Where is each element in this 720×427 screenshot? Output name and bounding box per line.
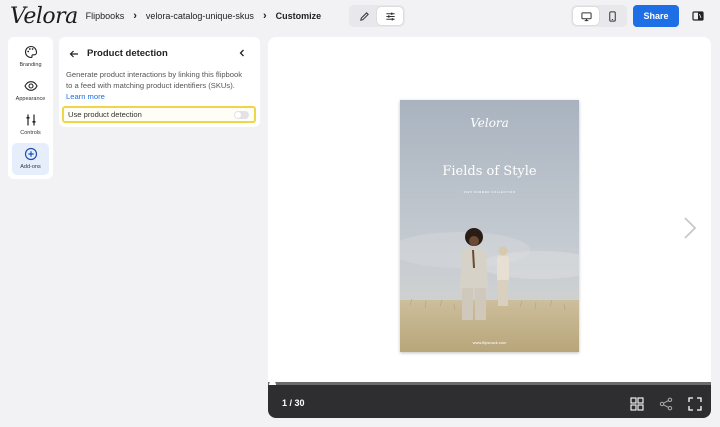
rail-item-appearance[interactable]: Appearance: [12, 75, 49, 107]
chevron-right-icon: ›: [133, 10, 137, 22]
panel-title: Product detection: [87, 48, 168, 59]
share-button[interactable]: Share: [633, 5, 679, 27]
edit-button[interactable]: [351, 7, 377, 25]
product-detection-toggle[interactable]: [234, 111, 249, 119]
cover-subtitle: 2025 SUMMER COLLECTION: [463, 190, 516, 194]
rail-item-label: Add-ons: [20, 164, 41, 170]
cover-image: [400, 100, 579, 352]
sliders-icon: [26, 114, 35, 126]
device-toggle: [571, 5, 627, 27]
mobile-icon: [608, 10, 616, 22]
chevron-right-icon: ›: [73, 10, 77, 22]
plus-circle-icon: [24, 147, 37, 161]
back-arrow-icon[interactable]: [69, 49, 79, 59]
app-logo[interactable]: Velora: [10, 4, 78, 29]
rail-item-label: Appearance: [15, 96, 46, 102]
toggle-label: Use product detection: [68, 110, 142, 119]
breadcrumb-flipbook-name[interactable]: velora-catalog-unique-skus: [146, 11, 254, 21]
contrast-icon[interactable]: [692, 10, 704, 22]
breadcrumb-current: Customize: [275, 11, 322, 21]
panel-description: Generate product interactions by linking…: [66, 69, 246, 102]
breadcrumb-flipbooks[interactable]: Flipbooks: [86, 11, 125, 21]
rail-item-label: Branding: [19, 62, 42, 68]
page-indicator: 1 / 30: [282, 398, 305, 408]
mobile-view-button[interactable]: [599, 7, 625, 25]
chevron-left-icon[interactable]: [238, 48, 246, 58]
desktop-view-button[interactable]: [573, 7, 599, 25]
product-detection-panel: Product detection Generate product inter…: [59, 37, 260, 127]
share-icon[interactable]: [659, 397, 673, 411]
edit-mode-toggle: [349, 5, 405, 27]
panel-header: Product detection: [69, 48, 168, 59]
desktop-icon: [580, 11, 592, 21]
rail-item-add-ons[interactable]: Add-ons: [12, 143, 49, 175]
description-text: Generate product interactions by linking…: [66, 70, 243, 90]
learn-more-link[interactable]: Learn more: [66, 92, 105, 101]
flipbook-cover-page[interactable]: Velora Fields of Style 2025 SUMMER COLLE…: [400, 100, 579, 352]
cover-url: www.flipsnack.com: [472, 340, 507, 345]
pencil-icon: [359, 11, 369, 21]
sliders-icon: [385, 12, 395, 20]
fullscreen-icon[interactable]: [688, 397, 702, 411]
cover-title: Fields of Style: [442, 164, 537, 179]
rail-item-label: Controls: [20, 130, 41, 136]
flipbook-preview: Velora Fields of Style 2025 SUMMER COLLE…: [268, 37, 711, 418]
chevron-right-icon: ›: [262, 10, 267, 22]
cover-logo: Velora: [470, 116, 509, 130]
grid-view-icon[interactable]: [630, 397, 644, 411]
eye-icon: [23, 81, 38, 91]
product-detection-toggle-row[interactable]: Use product detection: [62, 106, 256, 123]
rail-item-branding[interactable]: Branding: [12, 41, 49, 73]
toggle-knob: [235, 112, 241, 118]
top-bar: Velora › Flipbooks › velora-catalog-uniq…: [0, 0, 720, 34]
customize-button[interactable]: [377, 7, 403, 25]
rail-item-controls[interactable]: Controls: [12, 109, 49, 141]
next-page-icon[interactable]: [682, 215, 698, 241]
viewer-controls-bar: [268, 385, 711, 418]
breadcrumb: › Flipbooks › velora-catalog-unique-skus…: [70, 10, 321, 22]
side-rail: Branding Appearance Controls Add-ons: [8, 37, 53, 179]
palette-icon: [24, 45, 37, 59]
